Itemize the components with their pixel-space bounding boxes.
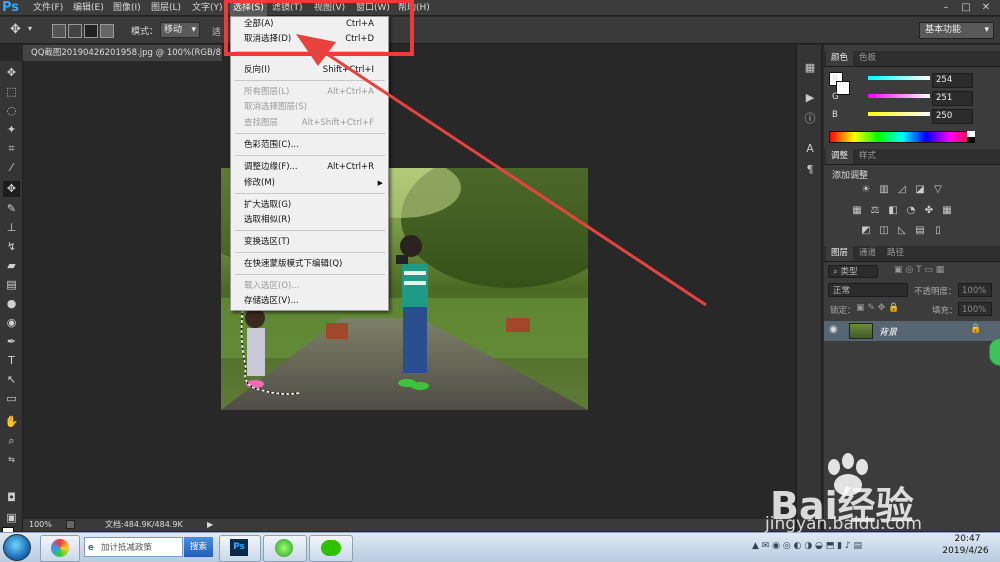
arrow-head [296, 34, 336, 66]
watermark-url: jingyan.baidu.com [765, 514, 922, 534]
paw-print-icon [828, 453, 868, 496]
arrow-shaft [317, 46, 707, 307]
floating-badge[interactable] [989, 338, 1000, 366]
